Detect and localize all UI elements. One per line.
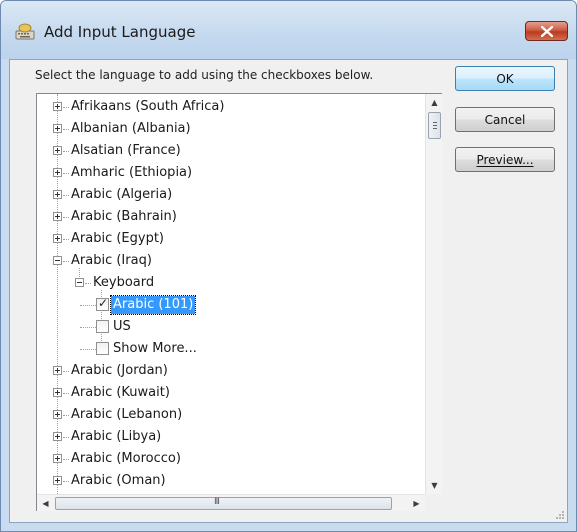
language-tree-rows: Afrikaans (South Africa) Albanian (Albani… bbox=[37, 94, 425, 494]
tree-connector-line bbox=[80, 349, 96, 350]
close-button[interactable] bbox=[525, 21, 568, 41]
tree-item[interactable]: Arabic (Algeria) bbox=[37, 184, 425, 206]
tree-item[interactable]: Arabic (Kuwait) bbox=[37, 382, 425, 404]
scroll-down-arrow-icon[interactable]: ▼ bbox=[426, 477, 443, 494]
tree-item-label: Alsatian (France) bbox=[71, 143, 181, 158]
collapse-icon[interactable] bbox=[75, 278, 84, 287]
expand-icon[interactable] bbox=[53, 432, 62, 441]
scroll-grip: III bbox=[214, 497, 220, 507]
tree-item-label: Arabic (Kuwait) bbox=[71, 385, 170, 400]
layout-checkbox[interactable] bbox=[96, 342, 109, 355]
expand-icon[interactable] bbox=[53, 168, 62, 177]
scroll-up-arrow-icon[interactable]: ▲ bbox=[426, 94, 443, 111]
expand-icon[interactable] bbox=[53, 410, 62, 419]
tree-item-label: Keyboard bbox=[93, 275, 155, 290]
keyboard-layout-item[interactable]: US bbox=[37, 316, 425, 338]
language-tree[interactable]: Afrikaans (South Africa) Albanian (Albani… bbox=[36, 93, 442, 511]
scrollbar-corner bbox=[425, 494, 442, 511]
tree-item[interactable]: Alsatian (France) bbox=[37, 140, 425, 162]
tree-item[interactable]: Albanian (Albania) bbox=[37, 118, 425, 140]
add-input-language-dialog: Add Input Language Select the language t… bbox=[0, 0, 577, 532]
vertical-scroll-thumb[interactable] bbox=[428, 112, 441, 139]
instruction-text: Select the language to add using the che… bbox=[35, 68, 374, 82]
tree-item[interactable]: Arabic (Egypt) bbox=[37, 228, 425, 250]
tree-item-label: Amharic (Ethiopia) bbox=[71, 165, 193, 180]
dialog-client-area: Select the language to add using the che… bbox=[9, 59, 568, 523]
layout-checkbox[interactable] bbox=[96, 296, 109, 311]
tree-item-label: Arabic (Egypt) bbox=[71, 231, 164, 246]
expand-icon[interactable] bbox=[53, 146, 62, 155]
tree-item-label: Albanian (Albania) bbox=[71, 121, 191, 136]
close-icon bbox=[540, 25, 553, 37]
expand-icon[interactable] bbox=[53, 388, 62, 397]
tree-item[interactable]: Arabic (Oman) bbox=[37, 470, 425, 492]
scroll-left-arrow-icon[interactable]: ◀ bbox=[37, 495, 54, 512]
tree-item-label: Afrikaans (South Africa) bbox=[71, 99, 225, 114]
horizontal-scrollbar[interactable]: ◀ III ▶ bbox=[37, 494, 425, 511]
expand-icon[interactable] bbox=[53, 476, 62, 485]
cancel-button[interactable]: Cancel bbox=[455, 107, 555, 132]
keyboard-layout-item[interactable]: Show More... bbox=[37, 338, 425, 360]
preview-button[interactable]: Preview... bbox=[455, 147, 555, 172]
tree-item[interactable]: Amharic (Ethiopia) bbox=[37, 162, 425, 184]
tree-item[interactable]: Arabic (Bahrain) bbox=[37, 206, 425, 228]
tree-item[interactable]: Keyboard bbox=[37, 272, 425, 294]
keyboard-layout-item[interactable]: Arabic (101) bbox=[37, 294, 425, 316]
tree-item[interactable]: Arabic (Morocco) bbox=[37, 448, 425, 470]
tree-item[interactable]: Arabic (Jordan) bbox=[37, 360, 425, 382]
expand-icon[interactable] bbox=[53, 124, 62, 133]
horizontal-scroll-thumb[interactable]: III bbox=[55, 497, 392, 510]
expand-icon[interactable] bbox=[53, 190, 62, 199]
keyboard-layout-label: Arabic (101) bbox=[109, 295, 197, 315]
tree-item-label: Arabic (Oman) bbox=[71, 473, 166, 488]
tree-item[interactable]: Arabic (Lebanon) bbox=[37, 404, 425, 426]
tree-item-label: Arabic (Algeria) bbox=[71, 187, 173, 202]
collapse-icon[interactable] bbox=[53, 256, 62, 265]
tree-item-label: Arabic (Libya) bbox=[71, 429, 162, 444]
tree-connector-line bbox=[80, 305, 96, 306]
expand-icon[interactable] bbox=[53, 454, 62, 463]
preview-button-label: Preview... bbox=[476, 152, 534, 167]
tree-item[interactable]: Arabic (Iraq) bbox=[37, 250, 425, 272]
expand-icon[interactable] bbox=[53, 234, 62, 243]
tree-connector-line bbox=[80, 327, 96, 328]
tree-item[interactable]: Afrikaans (South Africa) bbox=[37, 96, 425, 118]
resize-grip-icon[interactable] bbox=[555, 510, 565, 520]
keyboard-layout-label: Show More... bbox=[113, 341, 197, 356]
tree-item-label: Arabic (Bahrain) bbox=[71, 209, 177, 224]
title-bar[interactable]: Add Input Language bbox=[1, 1, 576, 59]
tree-item-label: Arabic (Iraq) bbox=[71, 253, 152, 268]
tree-item-label: Arabic (Lebanon) bbox=[71, 407, 183, 422]
expand-icon[interactable] bbox=[53, 102, 62, 111]
scroll-right-arrow-icon[interactable]: ▶ bbox=[408, 495, 425, 512]
tree-item[interactable]: Arabic (Libya) bbox=[37, 426, 425, 448]
ok-button[interactable]: OK bbox=[455, 66, 555, 91]
window-title: Add Input Language bbox=[44, 23, 196, 41]
expand-icon[interactable] bbox=[53, 366, 62, 375]
layout-checkbox[interactable] bbox=[96, 320, 109, 333]
tree-item-label: Arabic (Morocco) bbox=[71, 451, 181, 466]
keyboard-layout-label: US bbox=[113, 319, 131, 334]
keyboard-language-icon bbox=[15, 23, 35, 40]
tree-item-label: Arabic (Jordan) bbox=[71, 363, 168, 378]
expand-icon[interactable] bbox=[53, 212, 62, 221]
vertical-scrollbar[interactable]: ▲ ▼ bbox=[425, 94, 442, 494]
